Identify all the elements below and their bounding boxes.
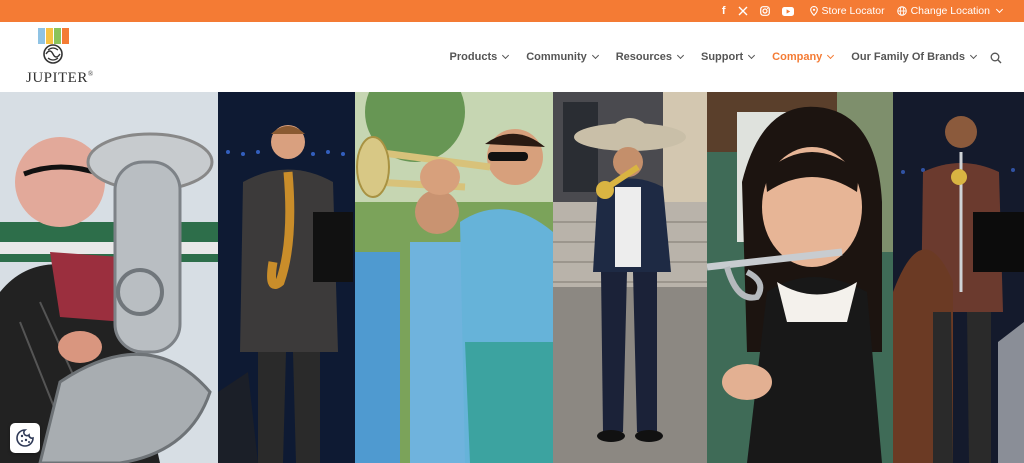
trumpet-player-sunglasses-image <box>355 92 553 463</box>
youtube-icon[interactable] <box>781 6 794 16</box>
change-location-label: Change Location <box>910 5 990 17</box>
logo-wordmark: JUPITER® <box>26 70 94 86</box>
cookie-icon <box>16 429 34 447</box>
logo-mark-icon <box>38 28 69 64</box>
map-pin-icon <box>809 6 818 16</box>
instagram-icon[interactable] <box>759 6 770 16</box>
nav-item-family-of-brands[interactable]: Our Family Of Brands <box>851 51 978 63</box>
cookie-settings-button[interactable] <box>10 423 40 453</box>
nav-item-company[interactable]: Company <box>772 51 835 63</box>
chevron-down-icon <box>502 51 510 60</box>
hero-panel-saxophone-player[interactable] <box>218 92 355 463</box>
hero-panel-trumpet-player-sunglasses[interactable] <box>355 92 553 463</box>
header: JUPITER® Products Community Resources Su… <box>0 22 1024 92</box>
chevron-down-icon <box>827 51 835 60</box>
nav-label: Products <box>449 51 498 63</box>
nav-label: Company <box>772 51 823 63</box>
change-location-link[interactable]: Change Location <box>896 5 1004 17</box>
store-locator-link[interactable]: Store Locator <box>809 5 885 17</box>
chevron-down-icon <box>591 51 599 60</box>
hero-panel-euphonium-player[interactable] <box>0 92 218 463</box>
mariachi-trumpet-player-image <box>553 92 707 463</box>
nav-label: Resources <box>615 51 672 63</box>
hero-panel-young-flute-player[interactable] <box>707 92 893 463</box>
nav-item-resources[interactable]: Resources <box>615 51 685 63</box>
nav-label: Our Family Of Brands <box>851 51 965 63</box>
social-links: f <box>722 5 794 17</box>
hero-panel-mariachi-trumpet-player[interactable] <box>553 92 707 463</box>
hero-collage <box>0 92 1024 463</box>
euphonium-player-image <box>0 92 218 463</box>
store-locator-label: Store Locator <box>821 5 885 17</box>
trumpet-player-stage-image <box>893 92 1024 463</box>
nav-label: Support <box>701 51 744 63</box>
x-twitter-icon[interactable] <box>738 6 748 16</box>
globe-icon <box>896 6 907 16</box>
jupiter-logo[interactable]: JUPITER® <box>26 26 93 88</box>
nav-label: Community <box>526 51 587 63</box>
nav-item-support[interactable]: Support <box>701 51 756 63</box>
hero-panel-trumpet-player-stage[interactable] <box>893 92 1024 463</box>
nav-item-community[interactable]: Community <box>526 51 599 63</box>
top-bar: f Store Locator Change Location <box>0 0 1024 22</box>
young-flute-player-image <box>707 92 893 463</box>
search-icon[interactable] <box>990 52 1002 64</box>
chevron-down-icon <box>676 51 685 60</box>
main-nav: Products Community Resources Support Com… <box>449 22 978 92</box>
saxophone-player-image <box>218 92 355 463</box>
chevron-down-icon <box>969 51 978 60</box>
chevron-down-icon <box>995 5 1004 14</box>
nav-item-products[interactable]: Products <box>449 51 510 63</box>
facebook-icon[interactable]: f <box>722 5 726 17</box>
chevron-down-icon <box>748 51 756 60</box>
